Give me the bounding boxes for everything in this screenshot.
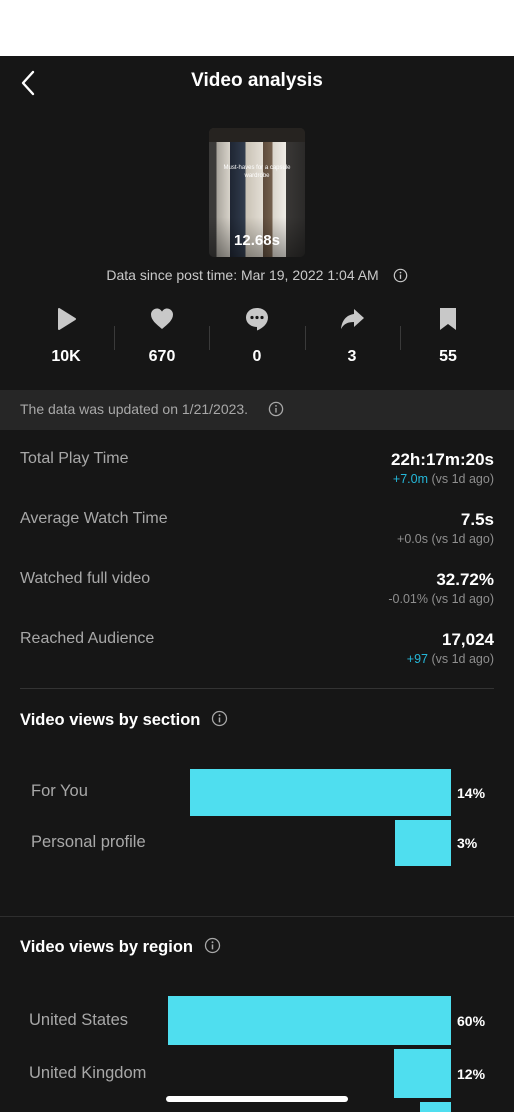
metric-delta: +97 (vs 1d ago): [407, 652, 494, 666]
delta-suffix: (vs 1d ago): [431, 532, 494, 546]
stat-value: 3: [347, 348, 357, 365]
section-title: Video views by region: [20, 937, 221, 959]
bar-label: United Kingdom: [29, 1064, 147, 1082]
bookmark-icon: [440, 308, 456, 330]
bar-percent: 12%: [457, 1066, 486, 1082]
stat-value: 670: [148, 348, 176, 365]
bar-percent: 14%: [457, 785, 486, 801]
video-duration: 12.68s: [234, 232, 280, 249]
delta-suffix: (vs 1d ago): [431, 472, 494, 486]
post-time-row: Data since post time: Mar 19, 2022 1:04 …: [0, 267, 514, 286]
bar-partial: [420, 1102, 451, 1112]
share-icon: [341, 309, 364, 329]
stat-comments: 0: [209, 306, 305, 372]
delta-suffix: (vs 1d ago): [431, 652, 494, 666]
update-banner: The data was updated on 1/21/2023.: [0, 390, 514, 430]
thumbnail-caption: Must-haves for a capsule wardrobe: [223, 165, 291, 179]
metric-value: 17,024: [442, 630, 494, 649]
bar-label: United States: [29, 1011, 129, 1029]
status-bar: [0, 0, 514, 56]
bar-label: For You: [31, 782, 88, 800]
play-icon: [58, 308, 76, 330]
heart-icon: [151, 308, 173, 329]
metric-delta: +0.0s (vs 1d ago): [397, 532, 494, 546]
metric-label: Reached Audience: [20, 630, 155, 647]
stat-saves: 55: [400, 306, 496, 372]
post-time-text: Data since post time: Mar 19, 2022 1:04 …: [106, 267, 379, 283]
divider: [0, 916, 514, 917]
bar: [168, 996, 451, 1045]
home-indicator: [166, 1096, 348, 1102]
header: Video analysis: [0, 56, 514, 110]
metric-label: Total Play Time: [20, 450, 129, 467]
bar-label: Personal profile: [31, 833, 146, 851]
section-title-text: Video views by region: [20, 938, 194, 956]
stat-likes: 670: [114, 306, 210, 372]
metric-label: Watched full video: [20, 570, 151, 587]
update-notice: The data was updated on 1/21/2023.: [20, 401, 249, 417]
stat-shares: 3: [304, 306, 400, 372]
bar: [190, 769, 451, 816]
video-thumbnail[interactable]: Must-haves for a capsule wardrobe 12.68s: [209, 128, 305, 257]
metric-value: 22h:17m:20s: [390, 450, 494, 469]
delta-value: -0.01%: [388, 592, 428, 606]
bar: [394, 1049, 451, 1098]
section-title-text: Video views by section: [20, 711, 201, 729]
bar: [395, 820, 451, 866]
stat-value: 0: [252, 348, 262, 365]
delta-value: +7.0m: [392, 472, 428, 486]
bar-percent: 3%: [457, 835, 478, 851]
metric-delta: +7.0m (vs 1d ago): [393, 472, 494, 486]
info-icon[interactable]: [393, 268, 408, 286]
stat-plays: 10K: [18, 306, 114, 372]
metric-delta: -0.01% (vs 1d ago): [388, 592, 494, 606]
info-icon[interactable]: [204, 937, 221, 959]
metric-value: 32.72%: [436, 570, 494, 589]
stat-value: 10K: [51, 348, 81, 365]
delta-value: +0.0s: [397, 532, 428, 546]
delta-value: +97: [406, 652, 428, 666]
bar-percent: 60%: [457, 1013, 486, 1029]
delta-suffix: (vs 1d ago): [431, 592, 494, 606]
section-title: Video views by section: [20, 710, 228, 732]
metric-value: 7.5s: [460, 510, 494, 529]
metric-label: Average Watch Time: [20, 510, 168, 527]
page-title: Video analysis: [191, 70, 323, 91]
stat-value: 55: [439, 348, 457, 365]
info-icon[interactable]: [268, 401, 284, 422]
info-icon[interactable]: [211, 710, 228, 732]
comment-icon: [246, 308, 268, 331]
divider: [20, 688, 494, 689]
